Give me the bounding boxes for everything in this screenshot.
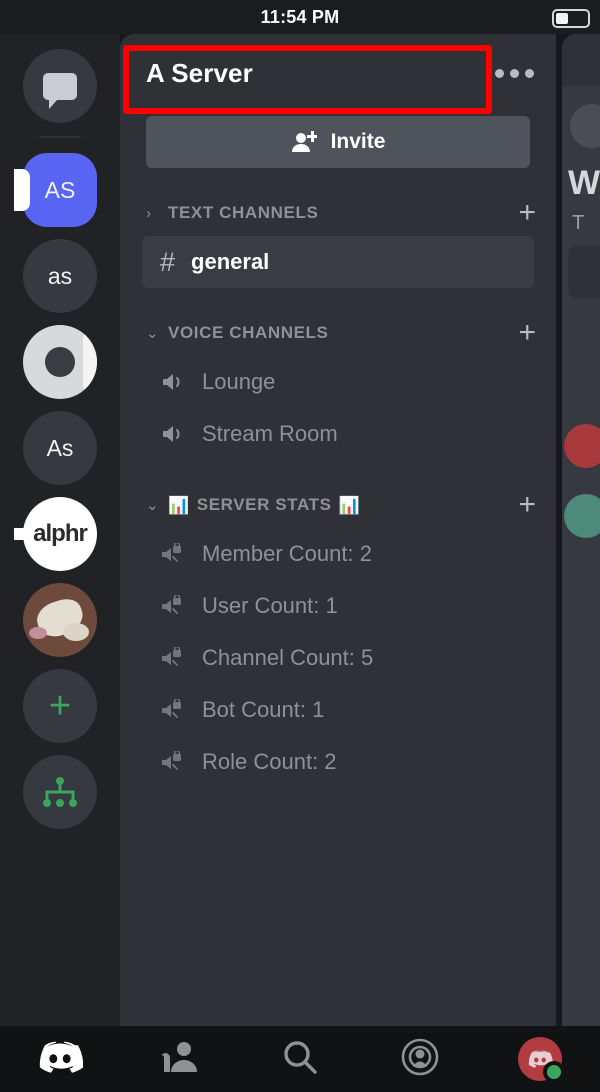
- nav-mentions[interactable]: [360, 1026, 480, 1092]
- add-stats-channel-icon[interactable]: +: [518, 490, 536, 520]
- nav-home-servers[interactable]: [0, 1026, 120, 1092]
- avatar: [570, 104, 600, 148]
- category-header-server-stats[interactable]: ⌄ 📊 SERVER STATS 📊 +: [120, 482, 556, 528]
- channel-item-bot-count[interactable]: Bot Count: 1: [142, 684, 534, 736]
- server-icon-alphr[interactable]: alphr: [14, 496, 98, 572]
- rail-divider: [39, 136, 81, 138]
- locked-speaker-icon: [160, 593, 186, 617]
- server-icon-as-selected[interactable]: AS: [14, 152, 98, 228]
- search-icon: [281, 1038, 319, 1081]
- server-rail: AS as As alphr +: [0, 34, 120, 1026]
- direct-messages-button[interactable]: [22, 48, 98, 124]
- channel-label: Bot Count: 1: [202, 697, 325, 722]
- explore-servers-button[interactable]: [22, 754, 98, 830]
- three-dots-icon[interactable]: [491, 59, 538, 88]
- avatar: [518, 1037, 565, 1083]
- server-icon-as-lower[interactable]: as: [22, 238, 98, 314]
- status-badge: [543, 1061, 565, 1083]
- chat-peek-card: [568, 246, 600, 298]
- channel-label: User Count: 1: [202, 593, 338, 618]
- channel-label: Stream Room: [202, 421, 338, 446]
- donut-logo-icon: [23, 325, 97, 399]
- avatar: [564, 424, 600, 468]
- channel-item-stream-room[interactable]: Stream Room: [142, 408, 534, 460]
- locked-speaker-icon: [160, 697, 186, 721]
- category-title: TEXT CHANNELS: [168, 203, 518, 223]
- chevron-right-icon: ›: [146, 204, 151, 222]
- category-label: VOICE CHANNELS: [168, 323, 329, 342]
- bar-chart-emoji-icon: 📊: [338, 495, 361, 515]
- server-avatar-label: AS: [23, 153, 97, 227]
- category-header-voice-channels[interactable]: ⌄ VOICE CHANNELS +: [120, 310, 556, 356]
- category-label: SERVER STATS: [196, 495, 332, 514]
- bar-chart-emoji-icon: 📊: [168, 495, 190, 515]
- channel-label: general: [191, 249, 270, 274]
- chevron-down-icon: ⌄: [146, 325, 159, 342]
- chat-peek-subtext: T: [572, 212, 585, 234]
- channel-label: Member Count: 2: [202, 541, 372, 566]
- nav-friends[interactable]: [120, 1026, 240, 1092]
- avatar: [564, 494, 600, 538]
- server-name-header[interactable]: A Server: [120, 34, 556, 112]
- status-bar: 11:54 PM: [0, 0, 600, 34]
- channel-label: Lounge: [202, 369, 276, 394]
- plus-icon: +: [23, 669, 97, 743]
- page-title: A Server: [146, 57, 253, 88]
- channel-label: Channel Count: 5: [202, 645, 374, 670]
- discord-home-icon: [37, 1039, 84, 1080]
- add-text-channel-icon[interactable]: +: [518, 198, 536, 228]
- battery-icon: [552, 9, 590, 28]
- speaker-icon: [160, 423, 186, 445]
- server-icon-as-capital[interactable]: As: [22, 410, 98, 486]
- selected-indicator-pill: [14, 169, 30, 211]
- bottom-navigation-bar: [0, 1026, 600, 1092]
- locked-speaker-icon: [160, 749, 186, 773]
- server-avatar-label: As: [23, 411, 97, 485]
- server-avatar-label: as: [23, 239, 97, 313]
- category-title: VOICE CHANNELS: [168, 323, 518, 343]
- hash-icon: #: [160, 246, 176, 277]
- invite-button-label: Invite: [330, 130, 386, 153]
- server-icon-donut[interactable]: [22, 324, 98, 400]
- friends-icon: [160, 1039, 200, 1080]
- nav-user-profile[interactable]: [480, 1026, 600, 1092]
- alphr-wordmark-label: alphr: [23, 497, 97, 571]
- chat-panel-header: [562, 34, 600, 86]
- server-icon-photo[interactable]: [22, 582, 98, 658]
- locked-speaker-icon: [160, 645, 186, 669]
- locked-speaker-icon: [160, 541, 186, 565]
- cat-photo-avatar-icon: [23, 583, 97, 657]
- phone-screen: 11:54 PM AS as As alphr + W T A Server I…: [0, 0, 600, 1092]
- channel-item-role-count[interactable]: Role Count: 2: [142, 736, 534, 788]
- add-server-button[interactable]: +: [22, 668, 98, 744]
- category-label: TEXT CHANNELS: [168, 203, 319, 222]
- channel-item-lounge[interactable]: Lounge: [142, 356, 534, 408]
- channel-sidebar: A Server Invite › TEXT CHANNELS + # gene…: [120, 34, 556, 1026]
- add-voice-channel-icon[interactable]: +: [518, 318, 536, 348]
- compass-explore-icon: [23, 755, 97, 829]
- mentions-inbox-icon: [400, 1037, 440, 1082]
- chat-panel-peek[interactable]: W T: [562, 34, 600, 1026]
- direct-messages-icon: [23, 49, 97, 123]
- add-person-icon: [291, 130, 318, 154]
- category-header-text-channels[interactable]: › TEXT CHANNELS +: [120, 190, 556, 236]
- channel-item-member-count[interactable]: Member Count: 2: [142, 528, 534, 580]
- invite-button[interactable]: Invite: [146, 116, 530, 168]
- chevron-down-icon: ⌄: [146, 497, 159, 514]
- channel-item-channel-count[interactable]: Channel Count: 5: [142, 632, 534, 684]
- speaker-icon: [160, 371, 186, 393]
- category-title: 📊 SERVER STATS 📊: [168, 495, 518, 515]
- channel-item-user-count[interactable]: User Count: 1: [142, 580, 534, 632]
- unread-indicator-pill: [14, 528, 30, 540]
- channel-item-general[interactable]: # general: [142, 236, 534, 288]
- chat-peek-heading: W: [568, 164, 600, 202]
- status-bar-clock: 11:54 PM: [260, 6, 340, 27]
- channel-label: Role Count: 2: [202, 749, 337, 774]
- nav-search[interactable]: [240, 1026, 360, 1092]
